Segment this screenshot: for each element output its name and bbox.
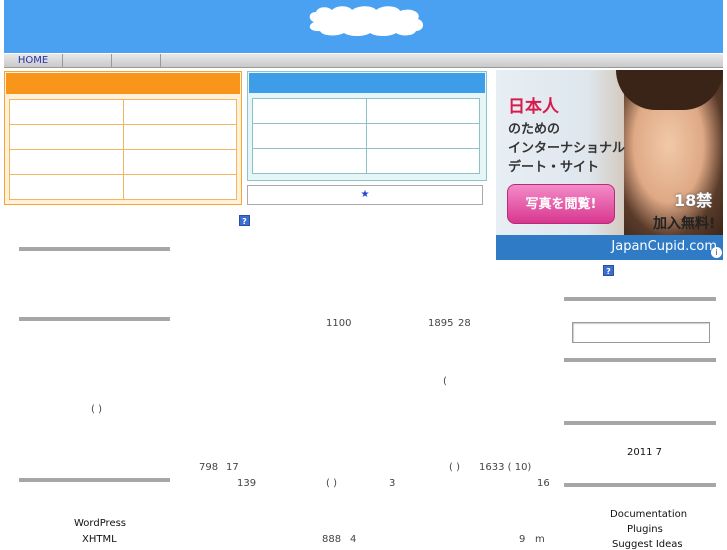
- ad-view-photos-button[interactable]: 写真を閲覧!: [507, 184, 615, 224]
- help-icon[interactable]: ?: [603, 265, 614, 276]
- content-text: 1895: [428, 318, 454, 329]
- grid-cell[interactable]: [365, 98, 480, 124]
- grid-cell[interactable]: [122, 124, 237, 150]
- search-input[interactable]: [572, 322, 710, 343]
- nav-bar: HOME: [4, 54, 723, 68]
- ad-text: デート・サイト: [508, 160, 600, 175]
- grid-cell[interactable]: [365, 148, 480, 174]
- ad-headline: 日本人: [508, 97, 559, 117]
- nav-home[interactable]: HOME: [4, 54, 63, 67]
- divider: [19, 247, 170, 251]
- grid-cell[interactable]: [122, 99, 237, 125]
- grid-cell[interactable]: [122, 174, 237, 200]
- orange-link-grid: [9, 99, 237, 200]
- link-plugins[interactable]: Plugins: [627, 524, 663, 535]
- divider: [564, 421, 716, 425]
- nav-item-2[interactable]: [63, 54, 112, 67]
- divider: [19, 478, 170, 482]
- link-documentation[interactable]: Documentation: [610, 509, 687, 520]
- blue-box-header: [249, 73, 485, 93]
- content-text: m: [535, 534, 545, 545]
- divider: [564, 483, 716, 487]
- grid-cell[interactable]: [252, 123, 367, 149]
- divider: [564, 358, 716, 362]
- ad-text: インターナショナル: [508, 141, 626, 156]
- content-text: 4: [350, 534, 357, 545]
- divider: [19, 317, 170, 321]
- content-text: 1100: [326, 318, 352, 329]
- ad-free-label: 加入無料!: [653, 216, 716, 232]
- content-text: ( ): [326, 478, 337, 489]
- content-text: 888: [322, 534, 342, 545]
- content-text: 16: [537, 478, 550, 489]
- content-text: 28: [458, 318, 471, 329]
- grid-cell[interactable]: [9, 99, 124, 125]
- content-text: 139: [237, 478, 257, 489]
- grid-cell[interactable]: [365, 123, 480, 149]
- content-text: (: [443, 376, 447, 387]
- orange-box-header: [6, 73, 240, 94]
- star-link[interactable]: ★: [247, 185, 483, 205]
- content-text: 798: [199, 462, 219, 473]
- sidebar-text: ( ): [91, 404, 102, 415]
- content-text: ( ): [449, 462, 460, 473]
- footer-link-wordpress[interactable]: WordPress: [74, 518, 126, 529]
- archive-date[interactable]: 2011 7: [627, 447, 662, 458]
- content-text: 1633 ( 10): [479, 462, 532, 473]
- blue-link-box: [247, 71, 487, 181]
- orange-link-box: [4, 71, 242, 205]
- grid-cell[interactable]: [252, 98, 367, 124]
- grid-cell[interactable]: [122, 149, 237, 175]
- ad-banner[interactable]: 日本人 のための インターナショナル デート・サイト 写真を閲覧! 18禁 加入…: [496, 70, 723, 260]
- divider: [564, 297, 716, 301]
- content-text: 17: [226, 462, 239, 473]
- footer-link-xhtml[interactable]: XHTML: [82, 534, 117, 545]
- content-text: 3: [389, 478, 396, 489]
- grid-cell[interactable]: [9, 149, 124, 175]
- content-text: 9: [519, 534, 526, 545]
- grid-cell[interactable]: [252, 148, 367, 174]
- site-logo[interactable]: [304, 4, 428, 37]
- help-icon[interactable]: ?: [239, 215, 250, 226]
- ad-text: のための: [508, 122, 561, 137]
- grid-cell[interactable]: [9, 174, 124, 200]
- ad-site-name: JapanCupid.com: [611, 239, 717, 254]
- info-icon[interactable]: i: [711, 247, 722, 258]
- ad-age-label: 18禁: [674, 191, 713, 210]
- grid-cell[interactable]: [9, 124, 124, 150]
- nav-item-3[interactable]: [112, 54, 161, 67]
- blue-link-grid: [252, 98, 480, 174]
